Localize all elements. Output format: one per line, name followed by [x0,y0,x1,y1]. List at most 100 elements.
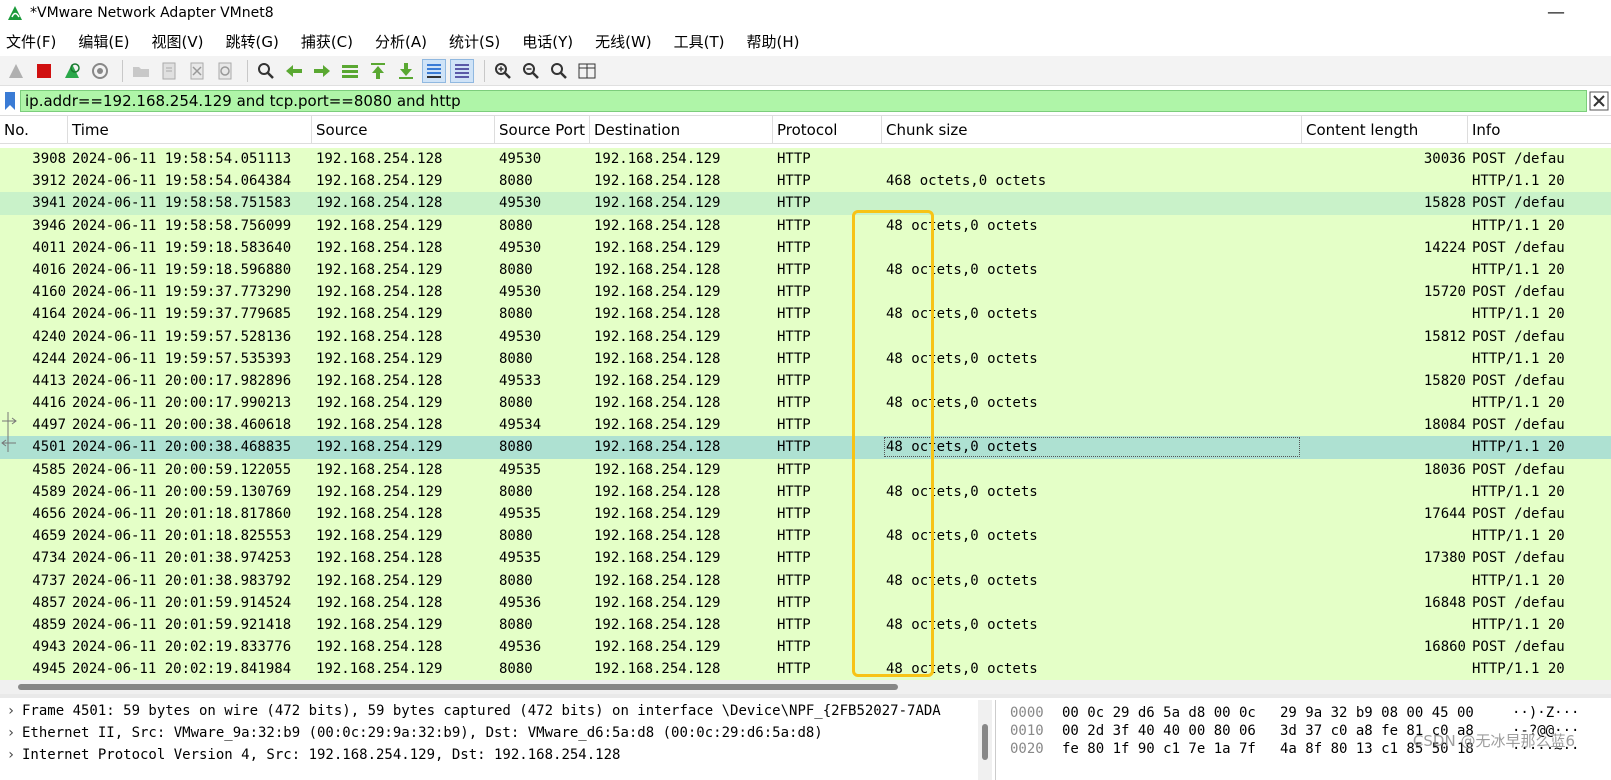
cell-destination: 192.168.254.128 [594,217,721,234]
restart-capture-icon[interactable] [60,59,84,83]
zoom-in-icon[interactable] [491,59,515,83]
cell-destination: 192.168.254.129 [594,594,721,611]
table-row[interactable]: 4160 2024-06-11 19:59:37.773290 192.168.25… [0,281,1611,304]
column-header-protocol[interactable]: Protocol [773,116,882,144]
zoom-normal-icon[interactable] [547,59,571,83]
table-row[interactable]: 3912 2024-06-11 19:58:54.064384 192.168.25… [0,170,1611,193]
column-header-destination[interactable]: Destination [590,116,773,144]
cell-source: 192.168.254.128 [316,550,443,567]
hex-bytes: 29 9a 32 b9 08 00 45 00 [1280,705,1474,721]
column-header-time[interactable]: Time [68,116,312,144]
hex-bytes: fe 80 1f 90 c1 7e 1a 7f [1062,741,1256,757]
menu-capture[interactable]: 捕获(C) [301,31,353,52]
bookmark-icon[interactable] [2,90,18,112]
cell-protocol: HTTP [777,483,811,500]
column-header-source-port[interactable]: Source Port [495,116,590,144]
table-row[interactable]: 4945 2024-06-11 20:02:19.841984 192.168.25… [0,658,1611,681]
menu-edit[interactable]: 编辑(E) [78,31,129,52]
cell-content-length: 15812 [1423,328,1466,345]
open-file-icon[interactable] [129,59,153,83]
go-forward-icon[interactable] [310,59,334,83]
cell-content-length: 17380 [1423,550,1466,567]
cell-protocol: HTTP [777,217,811,234]
table-row[interactable]: 4585 2024-06-11 20:00:59.122055 192.168.25… [0,458,1611,481]
expand-chevron-icon[interactable]: › [0,700,22,722]
reload-file-icon[interactable] [213,59,237,83]
table-row[interactable]: 4416 2024-06-11 20:00:17.990213 192.168.25… [0,392,1611,415]
go-first-icon[interactable] [366,59,390,83]
cell-destination: 192.168.254.129 [594,461,721,478]
close-file-icon[interactable] [185,59,209,83]
menu-statistics[interactable]: 统计(S) [449,31,500,52]
packet-list-hscrollbar[interactable] [0,680,1611,694]
colorize-icon[interactable] [450,58,474,83]
detail-row-frame[interactable]: › Frame 4501: 59 bytes on wire (472 bits)… [0,700,995,722]
table-row[interactable]: 4244 2024-06-11 19:59:57.535393 192.168.25… [0,347,1611,370]
cell-destination: 192.168.254.128 [594,261,721,278]
minimize-button[interactable]: — [1547,2,1565,23]
save-file-icon[interactable] [157,59,181,83]
stop-capture-icon[interactable] [32,59,56,83]
table-row[interactable]: 4011 2024-06-11 19:59:18.583640 192.168.25… [0,236,1611,259]
zoom-out-icon[interactable] [519,59,543,83]
find-packet-icon[interactable] [254,59,278,83]
cell-time: 2024-06-11 20:00:17.990213 [72,395,292,412]
table-row[interactable]: 4859 2024-06-11 20:01:59.921418 192.168.25… [0,613,1611,637]
menu-view[interactable]: 视图(V) [152,31,204,52]
column-header-chunk-size[interactable]: Chunk size [882,116,1302,144]
menu-telephony[interactable]: 电话(Y) [522,31,573,52]
display-filter-input[interactable]: ip.addr==192.168.254.129 and tcp.port==8… [20,89,1587,112]
pane-splitter[interactable] [0,694,1611,698]
table-row[interactable]: 4016 2024-06-11 19:59:18.596880 192.168.25… [0,258,1611,282]
column-header-source[interactable]: Source [312,116,495,144]
cell-time: 2024-06-11 20:00:38.460618 [72,417,292,434]
go-last-icon[interactable] [394,59,418,83]
expand-chevron-icon[interactable]: › [0,744,22,766]
table-row[interactable]: 4857 2024-06-11 20:01:59.914524 192.168.25… [0,591,1611,614]
details-vscrollbar[interactable] [978,700,992,780]
capture-options-icon[interactable] [88,59,112,83]
scrollbar-thumb[interactable] [982,724,988,760]
menu-file[interactable]: 文件(F) [6,31,56,52]
table-row[interactable]: 3908 2024-06-11 19:58:54.051113 192.168.25… [0,148,1611,171]
table-row[interactable]: 4413 2024-06-11 20:00:17.982896 192.168.25… [0,369,1611,393]
column-header-no[interactable]: No. [0,116,68,144]
table-row[interactable]: 4589 2024-06-11 20:00:59.130769 192.168.25… [0,480,1611,503]
detail-row-ipv4[interactable]: › Internet Protocol Version 4, Src: 192.1… [0,744,995,766]
cell-chunk-size: 48 octets,0 octets [886,616,1038,633]
go-to-packet-icon[interactable] [338,59,362,83]
menu-help[interactable]: 帮助(H) [747,31,800,52]
hex-bytes: 00 0c 29 d6 5a d8 00 0c [1062,705,1256,721]
cell-source-port: 49536 [499,639,542,656]
cell-no: 4585 [32,461,66,478]
column-header-info[interactable]: Info [1468,116,1611,144]
table-row[interactable]: 4656 2024-06-11 20:01:18.817860 192.168.25… [0,503,1611,526]
go-back-icon[interactable] [282,59,306,83]
menu-wireless[interactable]: 无线(W) [595,31,652,52]
menu-analyze[interactable]: 分析(A) [375,31,427,52]
table-row[interactable]: 4943 2024-06-11 20:02:19.833776 192.168.25… [0,636,1611,659]
table-row[interactable]: 4737 2024-06-11 20:01:38.983792 192.168.25… [0,569,1611,592]
table-row[interactable]: 4659 2024-06-11 20:01:18.825553 192.168.25… [0,525,1611,548]
auto-scroll-icon[interactable] [422,58,446,83]
detail-row-ethernet[interactable]: › Ethernet II, Src: VMware_9a:32:b9 (00:0… [0,722,995,744]
table-row[interactable]: 4734 2024-06-11 20:01:38.974253 192.168.25… [0,547,1611,570]
table-row[interactable]: 4240 2024-06-11 19:59:57.528136 192.168.25… [0,325,1611,348]
table-row[interactable]: 4164 2024-06-11 19:59:37.779685 192.168.25… [0,303,1611,326]
expand-chevron-icon[interactable]: › [0,722,22,744]
table-row[interactable]: 3946 2024-06-11 19:58:58.756099 192.168.25… [0,214,1611,237]
table-row-selected[interactable]: 4501 2024-06-11 20:00:38.468835 192.168.25… [0,436,1611,459]
column-header-content-length[interactable]: Content length [1302,116,1468,144]
scrollbar-thumb[interactable] [18,684,898,690]
hex-row[interactable]: 0000 00 0c 29 d6 5a d8 00 0c 29 9a 32 b9… [1002,704,1611,722]
clear-filter-icon[interactable] [1587,90,1611,112]
resize-columns-icon[interactable] [575,59,599,83]
table-row[interactable]: 4497 2024-06-11 20:00:38.460618 192.168.25… [0,414,1611,437]
menu-go[interactable]: 跳转(G) [226,31,279,52]
menu-tools[interactable]: 工具(T) [674,31,725,52]
table-row[interactable]: 3941 2024-06-11 19:58:58.751583 192.168.25… [0,192,1611,215]
cell-source-port: 8080 [499,261,533,278]
shark-fin-start-icon[interactable] [4,59,28,83]
cell-info: POST /defau [1472,195,1565,212]
packet-list: 3908 2024-06-11 19:58:54.051113 192.168.25… [0,148,1611,688]
